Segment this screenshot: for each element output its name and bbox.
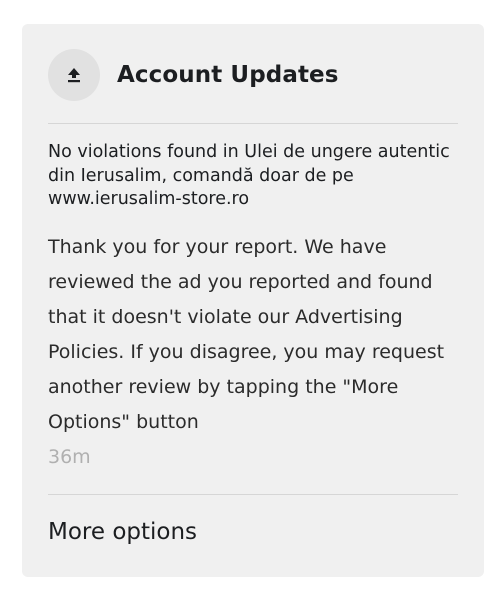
upload-icon-badge [48,49,100,101]
notification-header: Account Updates [48,49,339,101]
header-divider [48,123,458,124]
notification-header-title: Account Updates [117,62,339,88]
upload-icon [68,68,80,83]
notification-timestamp: 36m [48,446,91,468]
more-options-button[interactable]: More options [48,512,197,552]
notification-card: Account Updates No violations found in U… [22,24,484,577]
notification-body: Thank you for your report. We have revie… [48,236,445,433]
notification-subject: No violations found in Ulei de ungere au… [48,142,450,209]
footer-divider [48,494,458,495]
